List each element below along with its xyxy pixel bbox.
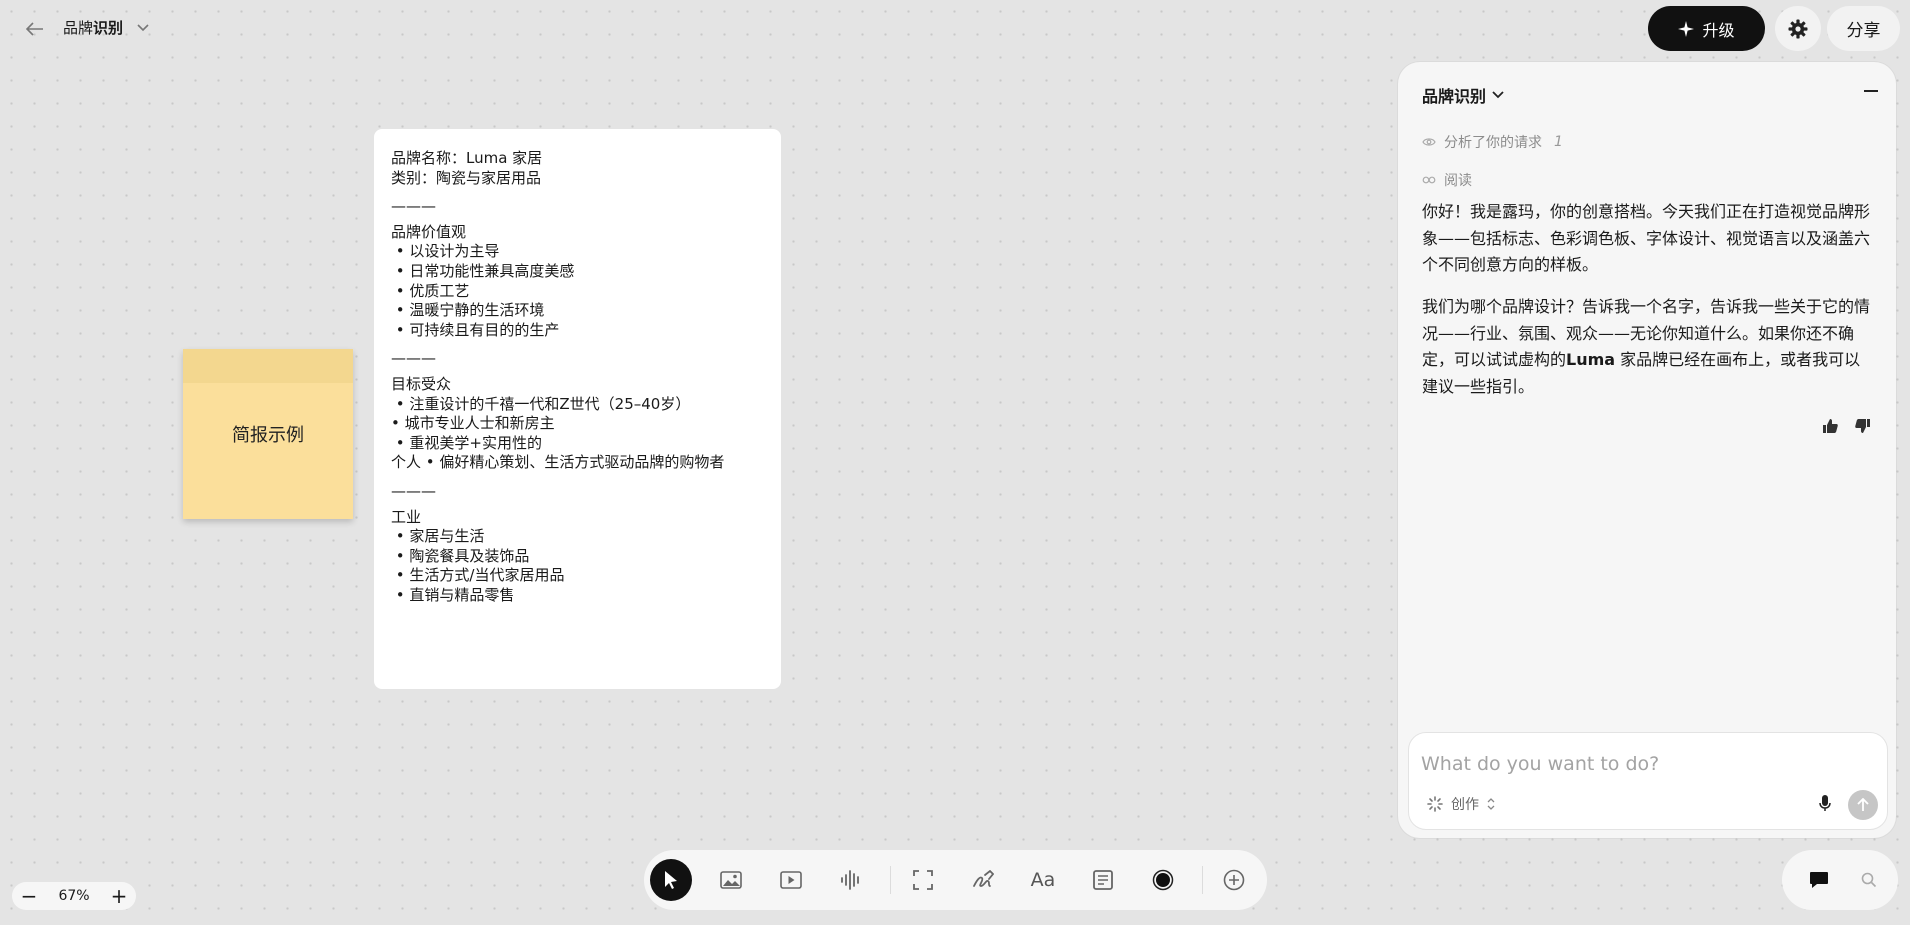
video-icon: [780, 871, 802, 889]
brief-separator: ———: [391, 197, 436, 216]
brief-line: 品牌名称：Luma 家居: [391, 149, 543, 167]
gear-icon: [1788, 19, 1808, 38]
brief-line: • 日常功能性兼具高度美感: [391, 261, 575, 280]
sticky-note-text: 简报示例: [232, 425, 304, 446]
minimize-button[interactable]: [1860, 80, 1882, 102]
assistant-message: 我们为哪个品牌设计？告诉我一个名字，告诉我一些关于它的情况——行业、氛围、观众—…: [1422, 294, 1874, 400]
status-reading-text: 阅读: [1444, 173, 1472, 189]
zoom-level: 67%: [58, 888, 90, 904]
video-tool[interactable]: [770, 859, 812, 901]
zoom-in-button[interactable]: +: [108, 884, 130, 908]
image-tool[interactable]: [710, 859, 752, 901]
toolbar-divider: [1202, 866, 1203, 894]
audio-tool[interactable]: [830, 859, 872, 901]
brief-line: • 温暖宁静的生活环境: [391, 301, 545, 320]
assistant-panel: 品牌识别 分析了你的请求 1 阅读 你好！我是露玛，你的创意搭档。今天我们正在打…: [1398, 62, 1896, 838]
brief-card[interactable]: 品牌名称：Luma 家居 类别：陶瓷与家居用品 ——— 品牌价值观 • 以设计为…: [374, 129, 781, 689]
microphone-icon: [1819, 794, 1831, 811]
image-icon: [720, 871, 742, 889]
brief-line: • 以设计为主导: [391, 242, 500, 261]
settings-button[interactable]: [1775, 6, 1821, 51]
brief-separator: ———: [391, 481, 436, 500]
arrow-left-icon: [26, 22, 43, 36]
prompt-composer[interactable]: What do you want to do? 创作: [1408, 732, 1888, 830]
status-analyzed[interactable]: 分析了你的请求 1: [1422, 132, 1563, 152]
brief-line: 目标受众: [391, 374, 452, 393]
upgrade-button[interactable]: 升级: [1648, 6, 1765, 51]
text-tool[interactable]: Aa: [1022, 859, 1064, 901]
brief-line: • 城市专业人士和新房主: [391, 414, 555, 433]
draw-tool[interactable]: [962, 859, 1004, 901]
brief-separator: ———: [391, 349, 436, 368]
mode-selector[interactable]: 创作: [1427, 794, 1495, 814]
add-button[interactable]: [1213, 859, 1255, 901]
frame-icon: [913, 870, 933, 890]
plus-circle-icon: [1223, 869, 1245, 891]
minus-icon: [1864, 90, 1878, 92]
thumbs-down-button[interactable]: [1853, 416, 1873, 436]
thumbs-up-button[interactable]: [1820, 416, 1840, 436]
sticky-note[interactable]: 简报示例: [183, 349, 353, 519]
send-button[interactable]: [1848, 790, 1878, 820]
color-swatch-icon: [1152, 869, 1174, 891]
frame-tool[interactable]: [902, 859, 944, 901]
brief-line: • 家居与生活: [391, 527, 485, 546]
search-button[interactable]: [1853, 864, 1885, 896]
chevron-updown-icon: [1487, 798, 1495, 810]
chat-button[interactable]: [1803, 864, 1835, 896]
canvas-toolbar: Aa: [644, 850, 1267, 910]
select-tool[interactable]: [650, 859, 692, 901]
sticky-note-tool[interactable]: [1082, 859, 1124, 901]
brief-line: 类别：陶瓷与家居用品: [391, 168, 542, 187]
status-analyzed-text: 分析了你的请求: [1444, 135, 1542, 151]
share-button[interactable]: 分享: [1827, 6, 1900, 51]
upgrade-label: 升级: [1702, 20, 1735, 40]
document-title[interactable]: 品牌识别: [63, 17, 149, 38]
search-icon: [1861, 872, 1877, 888]
zoom-control: − 67% +: [12, 882, 136, 910]
share-label: 分享: [1846, 21, 1881, 41]
document-title-part2: 识别: [93, 19, 124, 37]
color-picker-tool[interactable]: [1142, 859, 1184, 901]
zoom-out-button[interactable]: −: [18, 884, 40, 908]
brief-line: • 重视美学+实用性的: [391, 433, 542, 452]
brief-line: • 注重设计的千禧一代和Z世代（25–40岁）: [391, 394, 691, 413]
back-button[interactable]: [22, 17, 48, 41]
brief-line: • 直销与精品零售: [391, 585, 515, 604]
brief-line: • 陶瓷餐具及装饰品: [391, 546, 530, 565]
cursor-icon: [665, 871, 677, 889]
brief-line: 工业: [391, 507, 422, 526]
document-title-part1: 品牌: [63, 19, 94, 37]
prompt-input[interactable]: What do you want to do?: [1421, 753, 1659, 775]
panel-title[interactable]: 品牌识别: [1422, 83, 1504, 107]
thumbs-up-icon: [1823, 419, 1838, 433]
brief-line: • 优质工艺: [391, 281, 470, 300]
panel-title-text: 品牌识别: [1422, 87, 1487, 106]
chat-bubble-icon: [1810, 872, 1828, 888]
thumbs-down-icon: [1855, 419, 1870, 433]
chat-search-switcher: [1782, 850, 1898, 910]
sparkle-icon: [1678, 20, 1695, 37]
microphone-button[interactable]: [1813, 791, 1837, 815]
brief-line: • 生活方式/当代家居用品: [391, 566, 565, 585]
pen-icon: [973, 870, 994, 887]
arrow-up-icon: [1857, 798, 1869, 811]
status-count: 1: [1554, 134, 1563, 150]
chevron-down-icon: [1492, 91, 1504, 99]
link-icon: [1422, 176, 1436, 184]
thinking-icon: [1422, 138, 1436, 146]
loader-icon: [1427, 796, 1443, 812]
message-brand-name: Luma: [1566, 350, 1616, 369]
brief-line: • 可持续且有目的的生产: [391, 320, 560, 339]
assistant-message: 你好！我是露玛，你的创意搭档。今天我们正在打造视觉品牌形象——包括标志、色彩调色…: [1422, 202, 1871, 274]
brief-line: 品牌价值观: [391, 222, 467, 241]
text-tool-label: Aa: [1030, 869, 1056, 891]
chevron-down-icon: [137, 23, 149, 31]
note-icon: [1093, 870, 1113, 890]
brief-line: 个人 • 偏好精心策划、生活方式驱动品牌的购物者: [391, 453, 725, 472]
mode-label: 创作: [1451, 797, 1479, 813]
status-reading[interactable]: 阅读: [1422, 170, 1472, 190]
audio-wave-icon: [841, 870, 859, 890]
toolbar-divider: [890, 866, 891, 894]
